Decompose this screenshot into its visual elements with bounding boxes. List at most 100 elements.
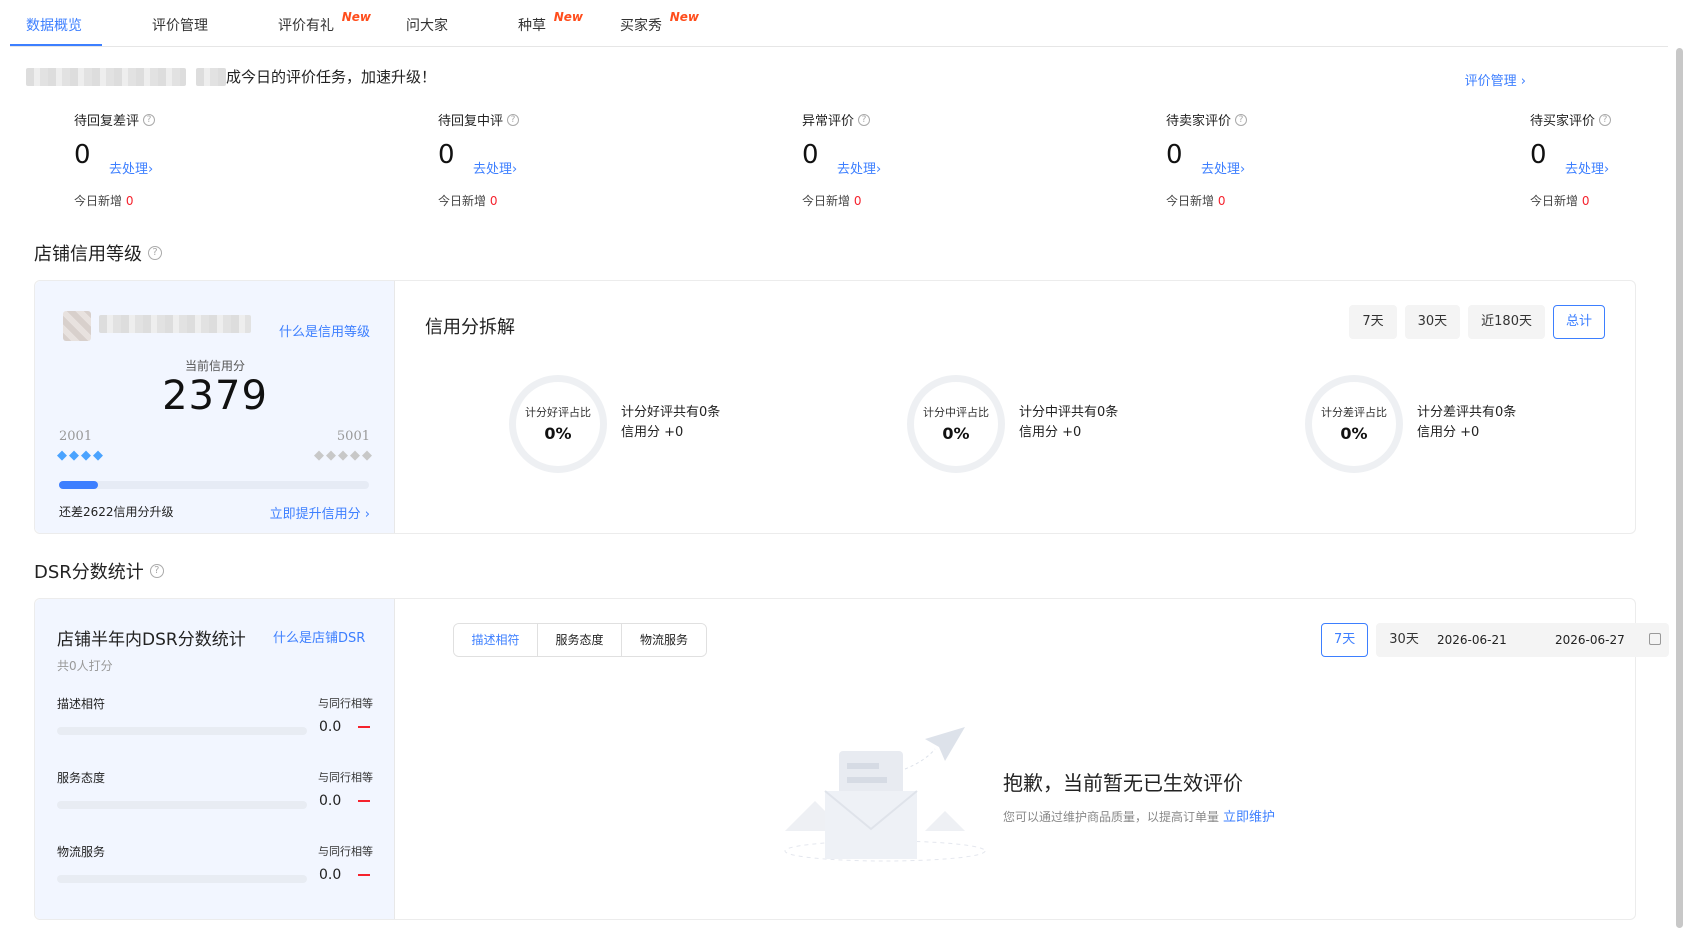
ring-percent: 0% [1340, 424, 1368, 443]
blurred-shop-name [99, 315, 251, 333]
date-range-picker[interactable]: 2026-06-21 2026-06-27 [1425, 623, 1669, 657]
credit-summary: 什么是信用等级 当前信用分 2379 2001 5001 ◆ ◆ ◆ ◆ ◆ ◆ ◆ ◆ ◆ … [35, 281, 395, 533]
stat-label: 待回复中评? [438, 110, 638, 129]
help-icon[interactable]: ? [507, 113, 520, 126]
range-total-button[interactable]: 总计 [1552, 305, 1605, 339]
stat-label: 待买家评价? [1530, 110, 1670, 129]
today-new: 今日新增 0 [1530, 192, 1589, 209]
process-link[interactable]: 去处理› [1201, 158, 1245, 177]
scrollbar-thumb[interactable] [1676, 48, 1683, 928]
scrollbar[interactable] [1668, 0, 1686, 938]
tab-label: 问大家 [406, 18, 448, 34]
date-start[interactable]: 2026-06-21 [1437, 633, 1507, 647]
tab-review-management[interactable]: 评价管理 [152, 15, 208, 35]
empty-state-title: 抱歉，当前暂无已生效评价 [1003, 771, 1243, 795]
diamond-icon: ◆ [69, 448, 79, 463]
help-icon[interactable]: ? [1235, 113, 1248, 126]
dsr-panel: 店铺半年内DSR分数统计 什么是店铺DSR 共0人打分 描述相符 与同行相等 0… [34, 598, 1669, 920]
process-link[interactable]: 去处理› [1565, 158, 1609, 177]
ring-desc-score: 信用分 +0 [1019, 425, 1082, 440]
ring-percent: 0% [942, 424, 970, 443]
segment-logistics[interactable]: 物流服务 [622, 624, 706, 656]
stat-label-text: 待回复差评 [74, 114, 140, 129]
empty-envelope-icon [784, 727, 986, 862]
range-30d-button[interactable]: 30天 [1404, 305, 1461, 339]
dsr-row-logistics: 物流服务 与同行相等 0.0 [57, 843, 373, 883]
help-icon[interactable]: ? [1599, 113, 1612, 126]
dsr-row-score: 0.0 [319, 867, 342, 883]
empty-state-text: 您可以通过维护商品质量，以提高订单量 [1003, 810, 1220, 824]
credit-gap-text: 还差2622信用分升级 [59, 505, 174, 519]
ring-description: 计分差评共有0条 信用分 +0 [1417, 403, 1516, 443]
tab-label: 数据概览 [26, 18, 82, 34]
range-180d-button[interactable]: 近180天 [1468, 305, 1545, 339]
dsr-summary: 店铺半年内DSR分数统计 什么是店铺DSR 共0人打分 描述相符 与同行相等 0… [35, 599, 395, 919]
process-link[interactable]: 去处理› [837, 158, 881, 177]
diamond-icon: ◆ [57, 448, 67, 463]
stat-label: 待卖家评价? [1166, 110, 1366, 129]
section-title-text: DSR分数统计 [34, 562, 144, 583]
stat-label: 异常评价? [802, 110, 1002, 129]
diamond-icon: ◆ [314, 448, 324, 463]
process-link[interactable]: 去处理› [473, 158, 517, 177]
process-link[interactable]: 去处理› [109, 158, 153, 177]
upgrade-credit-link[interactable]: 立即提升信用分 › [270, 503, 370, 522]
today-label: 今日新增 [438, 194, 487, 208]
positive-ratio-ring: 计分好评占比 0% [509, 375, 607, 473]
what-is-dsr-link[interactable]: 什么是店铺DSR [273, 627, 365, 646]
minus-icon [358, 726, 370, 728]
tab-label: 买家秀 [620, 18, 662, 34]
help-icon[interactable]: ? [143, 113, 156, 126]
segment-description[interactable]: 描述相符 [454, 624, 538, 656]
diamond-icon: ◆ [350, 448, 360, 463]
help-icon[interactable]: ? [148, 246, 162, 260]
new-badge: New [553, 10, 583, 24]
stat-label-text: 待回复中评 [438, 114, 504, 129]
segment-service[interactable]: 服务态度 [538, 624, 622, 656]
empty-state-subtitle: 您可以通过维护商品质量，以提高订单量 立即维护 [1003, 806, 1275, 825]
maintain-now-link[interactable]: 立即维护 [1223, 810, 1275, 825]
diamond-icon: ◆ [81, 448, 91, 463]
stat-pending-buyer: 待买家评价? 0 去处理› 今日新增 0 [1530, 110, 1670, 208]
avatar [63, 311, 91, 341]
next-level-diamonds: ◆ ◆ ◆ ◆ ◆ [314, 448, 372, 463]
credit-progress-fill [59, 481, 99, 489]
stat-pending-seller: 待卖家评价? 0 去处理› 今日新增 0 [1166, 110, 1366, 208]
today-new: 今日新增 0 [438, 192, 497, 209]
negative-ratio-ring: 计分差评占比 0% [1305, 375, 1403, 473]
range-7d-button[interactable]: 7天 [1321, 623, 1369, 657]
tab-label: 评价管理 [152, 18, 208, 34]
ring-label: 计分差评占比 [1321, 406, 1387, 419]
active-tab-indicator [10, 44, 102, 46]
stat-label-text: 待买家评价 [1530, 114, 1596, 129]
dsr-range-buttons: 7天 30天 [1321, 623, 1432, 657]
new-badge: New [341, 10, 371, 24]
today-value: 0 [489, 194, 498, 208]
range-7d-button[interactable]: 7天 [1349, 305, 1397, 339]
dsr-rater-count: 共0人打分 [57, 659, 113, 673]
diamond-icon: ◆ [326, 448, 336, 463]
calendar-icon[interactable] [1649, 633, 1661, 645]
tab-seeding[interactable]: 种草 New [518, 10, 583, 35]
dsr-row-bar [57, 875, 307, 883]
today-label: 今日新增 [1530, 194, 1579, 208]
tab-ask-everyone[interactable]: 问大家 [406, 15, 448, 35]
blurred-text [196, 67, 226, 86]
tab-overview[interactable]: 数据概览 [26, 15, 82, 35]
review-management-link[interactable]: 评价管理 › [1465, 70, 1526, 89]
credit-section-title: 店铺信用等级? [34, 240, 162, 266]
help-icon[interactable]: ? [858, 113, 871, 126]
help-icon[interactable]: ? [149, 564, 164, 578]
neutral-ratio-ring: 计分中评占比 0% [907, 375, 1005, 473]
range-30d-button[interactable]: 30天 [1376, 623, 1432, 657]
tab-buyer-show[interactable]: 买家秀 New [620, 10, 699, 35]
today-new: 今日新增 0 [802, 192, 861, 209]
credit-range-buttons: 7天 30天 近180天 总计 [1349, 305, 1605, 339]
what-is-credit-link[interactable]: 什么是信用等级 [279, 321, 370, 340]
date-end[interactable]: 2026-06-27 [1555, 633, 1625, 647]
ring-desc-count: 计分差评共有0条 [1417, 405, 1517, 420]
tab-review-gift[interactable]: 评价有礼 New [278, 10, 371, 35]
diamond-icon: ◆ [338, 448, 348, 463]
today-value: 0 [1581, 194, 1590, 208]
tab-label: 评价有礼 [278, 18, 334, 34]
